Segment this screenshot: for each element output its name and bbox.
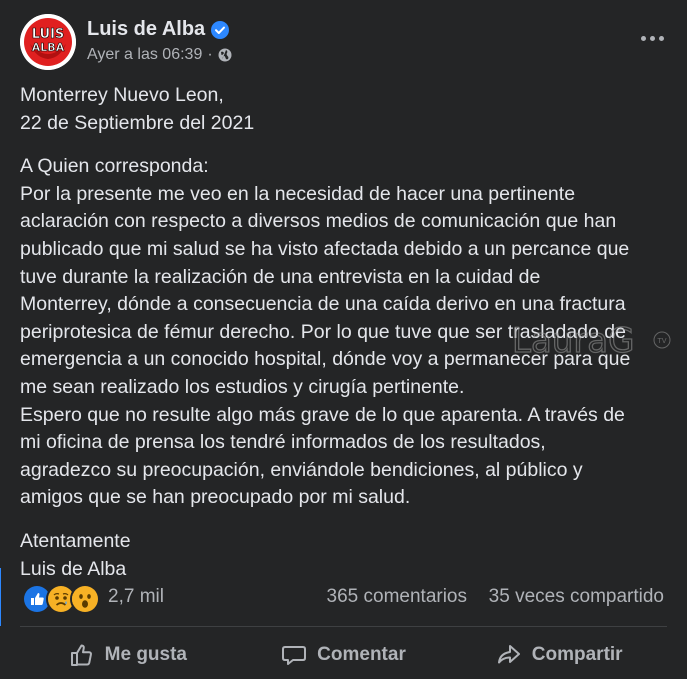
comment-icon xyxy=(282,645,307,665)
post-text-line: Por la presente me veo en la necesidad d… xyxy=(20,182,576,205)
watermark-logo: LauraG TV xyxy=(512,320,671,362)
post-text-line: mi oficina de prensa los tendré informad… xyxy=(20,431,546,454)
post-meta: Ayer a las 06:39 · xyxy=(87,46,232,64)
author-name[interactable]: Luis de Alba xyxy=(87,18,205,41)
post-paragraph: Monterrey Nuevo Leon, 22 de Septiembre de… xyxy=(20,82,670,137)
watermark-text: LauraG xyxy=(512,321,635,361)
comment-button[interactable]: Comentar xyxy=(236,630,452,679)
post-text-line: publicado que mi salud se ha visto afect… xyxy=(20,237,630,260)
post-stats: 2,7 mil 365 comentarios 35 veces compart… xyxy=(22,580,666,614)
like-button[interactable]: Me gusta xyxy=(20,630,236,679)
like-button-label: Me gusta xyxy=(104,643,188,665)
share-button-label: Compartir xyxy=(531,643,623,665)
action-bar: Me gusta Comentar Compartir xyxy=(20,630,667,679)
avatar-text-top: LUIS xyxy=(32,27,65,42)
verified-badge-icon xyxy=(211,20,230,39)
post-header: LUIS ALBA Luis de Alba Ayer a las 06:39 … xyxy=(20,14,670,72)
post-text-line: Luis de Alba xyxy=(20,557,127,580)
post-text-line: agradezco su preocupación, enviándole be… xyxy=(20,458,583,481)
meta-separator: · xyxy=(207,46,213,63)
post-timestamp[interactable]: Ayer a las 06:39 xyxy=(87,46,202,64)
post-text-line: 22 de Septiembre del 2021 xyxy=(20,111,255,134)
avatar[interactable]: LUIS ALBA xyxy=(20,14,76,70)
comments-count[interactable]: 365 comentarios xyxy=(327,586,467,608)
shares-count[interactable]: 35 veces compartido xyxy=(489,586,664,608)
post-text-line: A Quien corresponda: xyxy=(20,155,209,178)
post-text-line: tuve durante la realización de una entre… xyxy=(20,265,541,288)
divider xyxy=(20,626,667,627)
wow-reaction-icon xyxy=(70,584,100,614)
share-button[interactable]: Compartir xyxy=(451,630,667,679)
left-accent-line xyxy=(0,568,1,626)
share-icon xyxy=(497,644,520,663)
post-text-line: me sean realizado los estudios y cirugía… xyxy=(20,375,465,398)
globe-icon[interactable] xyxy=(218,48,232,62)
watermark-suffix: TV xyxy=(656,337,666,345)
facebook-post: LUIS ALBA Luis de Alba Ayer a las 06:39 … xyxy=(0,0,687,679)
comment-button-label: Comentar xyxy=(317,643,406,665)
avatar-text-bottom: ALBA xyxy=(32,41,65,54)
avatar-logo-icon: LUIS ALBA xyxy=(20,14,76,70)
more-options-icon[interactable] xyxy=(634,26,670,50)
post-text-line: amigos que se han preocupado por mi salu… xyxy=(20,486,411,509)
post-text-line: aclaración con respecto a diversos medio… xyxy=(20,210,617,233)
reaction-icons[interactable] xyxy=(22,584,100,614)
reaction-count[interactable]: 2,7 mil xyxy=(108,586,164,608)
post-text-line: Monterrey Nuevo Leon, xyxy=(20,84,224,106)
thumbs-up-icon xyxy=(70,644,92,666)
post-text-line: Espero que no resulte algo más grave de … xyxy=(20,403,625,426)
post-text-line: Atentamente xyxy=(20,529,131,552)
author-row: Luis de Alba xyxy=(87,18,230,41)
post-paragraph: Atentamente Luis de Alba xyxy=(20,528,670,583)
